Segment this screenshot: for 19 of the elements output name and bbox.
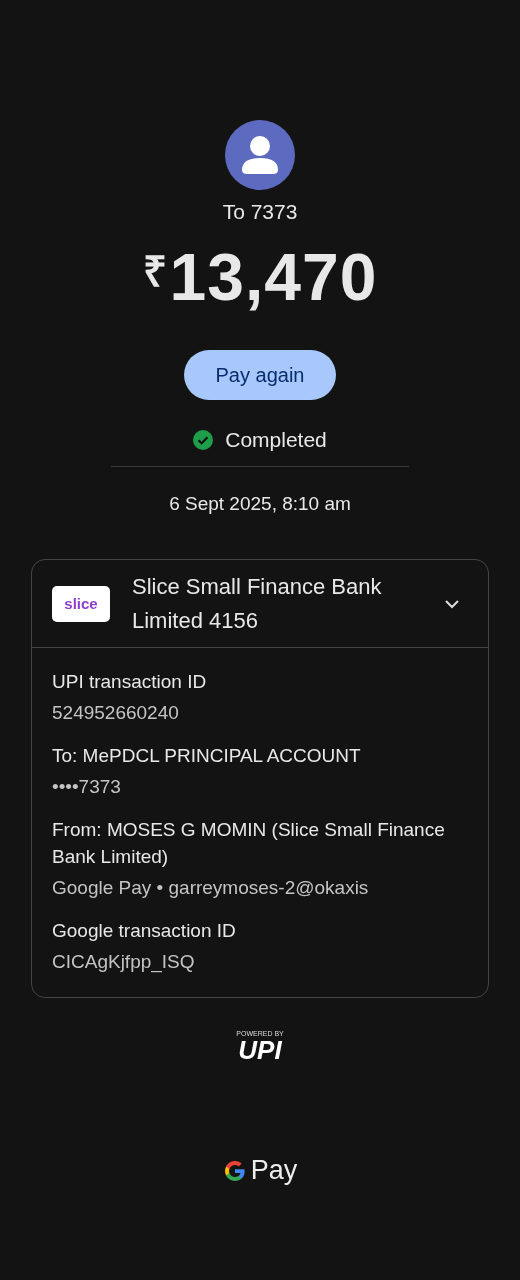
detail-label: From: MOSES G MOMIN (Slice Small Finance Bank Limited) <box>52 818 446 869</box>
bank-logo: slice <box>52 585 110 622</box>
detail-value: Google Pay • garreymoses-2@okaxis <box>52 876 370 900</box>
status-label: Completed <box>225 428 327 452</box>
detail-value: ••••7373 <box>52 775 122 799</box>
transaction-date: 6 Sept 2025, 8:10 am <box>169 493 351 515</box>
brand-name: Pay <box>250 1155 298 1186</box>
amount: $^{₹}$13,470 <box>142 244 378 310</box>
recipient-label: To 7373 <box>222 200 298 224</box>
google-g-icon <box>222 1158 247 1183</box>
detail-label: UPI transaction ID <box>52 670 208 694</box>
detail-label: To: MePDCL PRINCIPAL ACCOUNT <box>52 744 362 768</box>
detail-label: Google transaction ID <box>52 919 237 943</box>
avatar-icon <box>225 120 295 190</box>
chevron-icon[interactable] <box>444 598 460 609</box>
pay-again-button[interactable]: Pay again <box>184 350 336 400</box>
bank-name: Slice Small Finance Bank Limited 4156 <box>132 572 383 635</box>
detail-value: 524952660240 <box>52 701 180 725</box>
detail-value: CICAgKjfpp_ISQ <box>52 950 196 975</box>
